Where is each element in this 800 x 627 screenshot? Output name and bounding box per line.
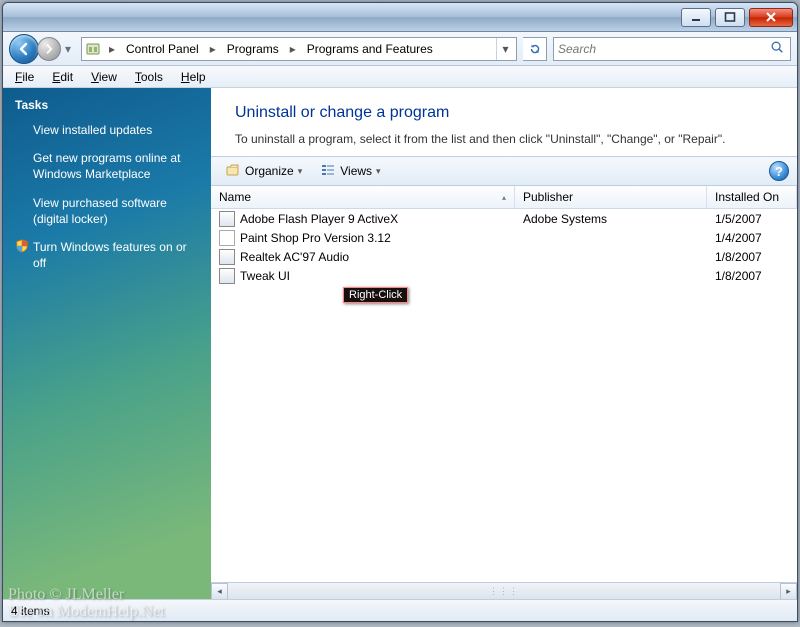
minimize-button[interactable]: [681, 8, 711, 27]
command-bar: Organize ▾ Views ▾ ?: [211, 156, 797, 186]
task-link[interactable]: Turn Windows features on or off: [15, 239, 199, 271]
task-link[interactable]: Get new programs online at Windows Marke…: [15, 150, 199, 182]
column-header-publisher[interactable]: Publisher: [515, 186, 707, 208]
main-pane: Uninstall or change a program To uninsta…: [211, 88, 797, 599]
titlebar: [3, 3, 797, 32]
search-input[interactable]: [558, 42, 770, 56]
close-button[interactable]: [749, 8, 793, 27]
shield-icon: [15, 239, 33, 271]
menu-file[interactable]: File: [7, 68, 42, 86]
page-subtitle: To uninstall a program, select it from t…: [235, 132, 777, 146]
chevron-right-icon[interactable]: ▸: [207, 42, 219, 56]
help-button[interactable]: ?: [769, 161, 789, 181]
task-link[interactable]: View purchased software (digital locker): [15, 195, 199, 227]
organize-icon: [225, 162, 241, 181]
status-text: 4 items: [11, 604, 50, 618]
nav-history-dropdown[interactable]: ▾: [61, 38, 75, 60]
status-bar: 4 items: [3, 599, 797, 621]
task-link[interactable]: View installed updates: [15, 122, 199, 138]
page-title: Uninstall or change a program: [235, 104, 777, 122]
table-row[interactable]: Realtek AC'97 Audio 1/8/2007: [211, 247, 797, 266]
breadcrumb-item[interactable]: Control Panel: [122, 38, 203, 60]
column-header-name[interactable]: Name ▴: [211, 186, 515, 208]
app-icon: [219, 230, 235, 246]
address-bar[interactable]: ▸ Control Panel ▸ Programs ▸ Programs an…: [81, 37, 517, 61]
scroll-thumb[interactable]: ⋮⋮⋮: [228, 584, 780, 598]
breadcrumb-item[interactable]: Programs: [223, 38, 283, 60]
nav-toolbar: ▾ ▸ Control Panel ▸ Programs ▸ Programs …: [3, 32, 797, 66]
chevron-down-icon: ▾: [376, 166, 381, 177]
menu-tools[interactable]: Tools: [127, 68, 171, 86]
menu-bar: File Edit View Tools Help: [3, 66, 797, 88]
program-list[interactable]: Adobe Flash Player 9 ActiveX Adobe Syste…: [211, 209, 797, 582]
scroll-right-button[interactable]: ▸: [780, 583, 797, 599]
tasks-heading: Tasks: [15, 98, 199, 112]
menu-edit[interactable]: Edit: [44, 68, 81, 86]
forward-button[interactable]: [37, 37, 61, 61]
views-button[interactable]: Views ▾: [314, 160, 386, 183]
app-icon: [219, 268, 235, 284]
table-row[interactable]: Adobe Flash Player 9 ActiveX Adobe Syste…: [211, 209, 797, 228]
maximize-button[interactable]: [715, 8, 745, 27]
search-box[interactable]: [553, 37, 791, 61]
column-header-installed[interactable]: Installed On: [707, 186, 797, 208]
chevron-right-icon[interactable]: ▸: [106, 42, 118, 56]
chevron-right-icon[interactable]: ▸: [287, 42, 299, 56]
app-icon: [219, 249, 235, 265]
menu-help[interactable]: Help: [173, 68, 214, 86]
column-headers: Name ▴ Publisher Installed On: [211, 186, 797, 209]
window: ▾ ▸ Control Panel ▸ Programs ▸ Programs …: [2, 2, 798, 622]
sort-indicator-icon: ▴: [502, 193, 506, 202]
menu-view[interactable]: View: [83, 68, 125, 86]
views-icon: [320, 162, 336, 181]
organize-button[interactable]: Organize ▾: [219, 160, 308, 183]
chevron-down-icon: ▾: [298, 166, 303, 177]
refresh-button[interactable]: [523, 37, 547, 61]
tooltip: Right-Click: [343, 287, 408, 303]
table-row[interactable]: Paint Shop Pro Version 3.12 1/4/2007: [211, 228, 797, 247]
scroll-left-button[interactable]: ◂: [211, 583, 228, 599]
location-icon: [84, 40, 102, 58]
app-icon: [219, 211, 235, 227]
table-row[interactable]: Tweak UI 1/8/2007: [211, 266, 797, 285]
search-icon[interactable]: [770, 40, 786, 57]
horizontal-scrollbar[interactable]: ◂ ⋮⋮⋮ ▸: [211, 582, 797, 599]
back-button[interactable]: [9, 34, 39, 64]
address-dropdown[interactable]: ▾: [496, 38, 514, 60]
tasks-pane: Tasks View installed updates Get new pro…: [3, 88, 211, 599]
breadcrumb-item[interactable]: Programs and Features: [303, 38, 437, 60]
